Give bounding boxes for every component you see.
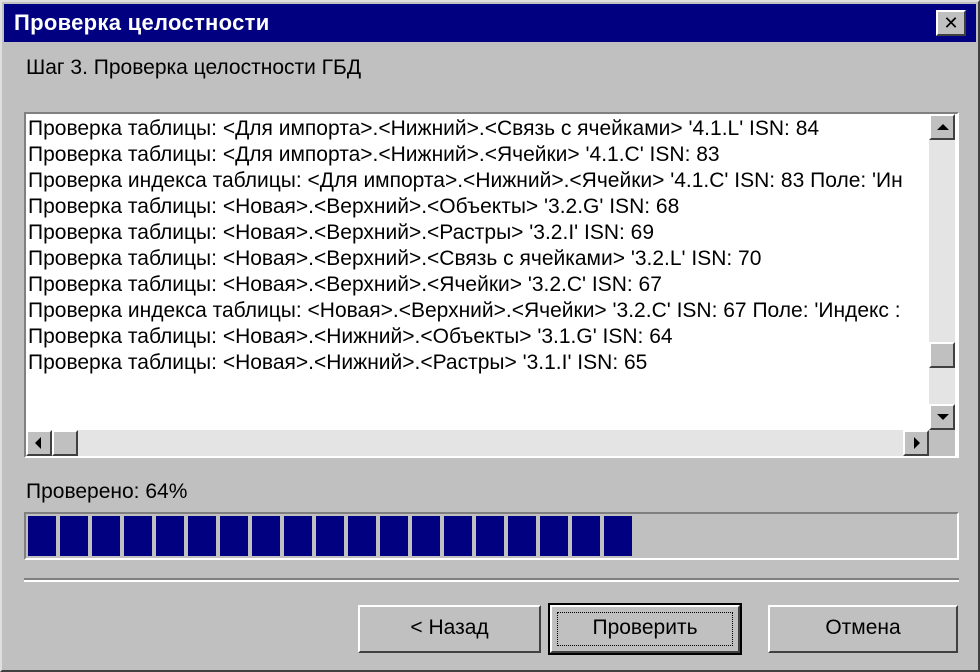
title-bar[interactable]: Проверка целостности ✕ xyxy=(4,4,976,42)
log-line: Проверка таблицы: <Новая>.<Нижний>.<Раст… xyxy=(28,351,648,374)
horizontal-scroll-thumb[interactable] xyxy=(52,430,78,456)
log-line: Проверка таблицы: <Для импорта>.<Нижний>… xyxy=(28,143,720,166)
vertical-scroll-thumb[interactable] xyxy=(929,342,955,368)
arrow-down-icon xyxy=(937,414,949,420)
close-button[interactable]: ✕ xyxy=(936,10,966,36)
check-button[interactable]: Проверить xyxy=(548,603,742,655)
progress-label: Проверено: 64% xyxy=(26,480,188,503)
scrollbar-corner xyxy=(929,430,955,456)
scroll-right-button[interactable] xyxy=(903,430,929,456)
focus-rectangle xyxy=(557,612,733,646)
log-line: Проверка таблицы: <Новая>.<Верхний>.<Объ… xyxy=(28,195,680,218)
scroll-up-button[interactable] xyxy=(929,114,955,140)
log-lines: Проверка таблицы: <Для импорта>.<Нижний>… xyxy=(26,114,929,430)
log-line: Проверка таблицы: <Для импорта>.<Нижний>… xyxy=(28,117,820,140)
step-caption: Шаг 3. Проверка целостности ГБД xyxy=(26,56,362,79)
scroll-down-button[interactable] xyxy=(929,404,955,430)
progress-fill xyxy=(28,516,632,556)
log-line: Проверка индекса таблицы: <Для импорта>.… xyxy=(28,169,903,192)
cancel-button[interactable]: Отмена xyxy=(768,605,958,653)
horizontal-scrollbar[interactable] xyxy=(26,430,929,456)
separator xyxy=(24,578,959,582)
log-line: Проверка таблицы: <Новая>.<Верхний>.<Свя… xyxy=(28,247,762,270)
log-line: Проверка таблицы: <Новая>.<Верхний>.<Рас… xyxy=(28,221,655,244)
arrow-right-icon xyxy=(914,437,920,449)
vertical-scrollbar[interactable] xyxy=(929,114,955,430)
arrow-up-icon xyxy=(937,124,949,130)
close-icon: ✕ xyxy=(943,13,959,33)
log-listbox[interactable]: Проверка таблицы: <Для импорта>.<Нижний>… xyxy=(24,112,959,458)
integrity-check-dialog: Проверка целостности ✕ Шаг 3. Проверка ц… xyxy=(0,0,980,672)
log-line: Проверка таблицы: <Новая>.<Верхний>.<Яче… xyxy=(28,273,662,296)
progress-bar xyxy=(24,512,959,560)
log-line: Проверка таблицы: <Новая>.<Нижний>.<Объе… xyxy=(28,325,673,348)
back-button[interactable]: < Назад xyxy=(358,605,541,653)
log-line: Проверка индекса таблицы: <Новая>.<Верхн… xyxy=(28,299,901,322)
arrow-left-icon xyxy=(35,437,41,449)
window-title: Проверка целостности xyxy=(14,10,270,35)
scroll-left-button[interactable] xyxy=(26,430,52,456)
